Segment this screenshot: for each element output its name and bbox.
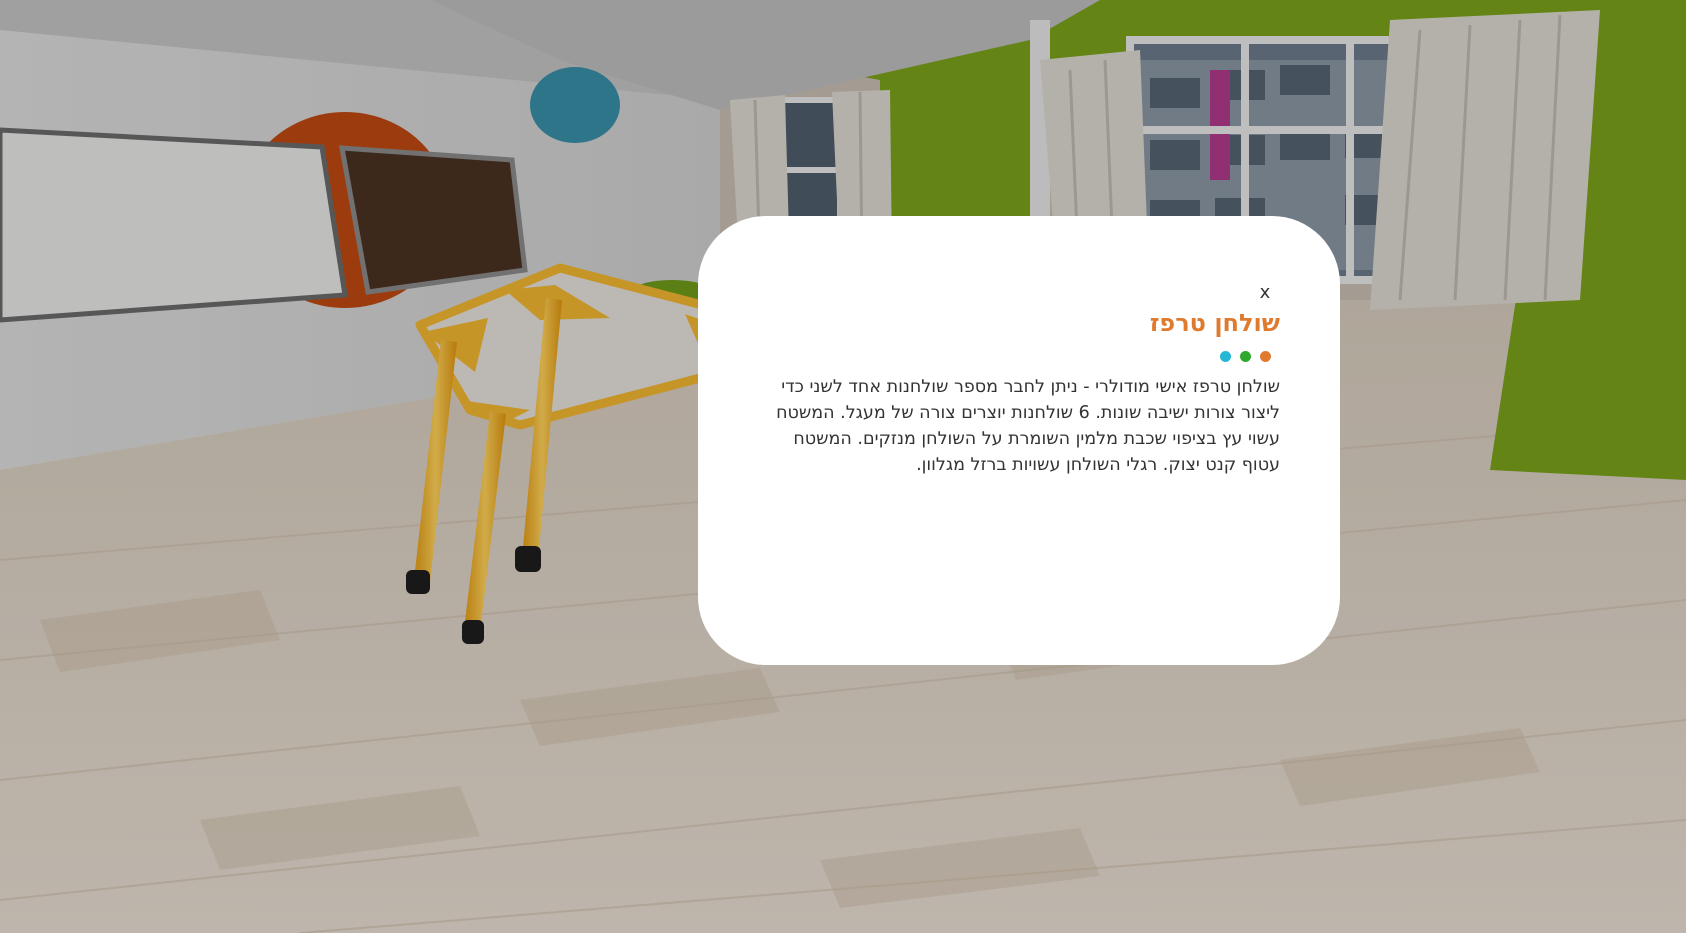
corkboard — [338, 145, 528, 295]
color-dot-cyan — [1220, 351, 1231, 362]
color-dot-green — [1240, 351, 1251, 362]
color-dots — [1220, 351, 1280, 363]
product-info-popup: x שולחן טרפז שולחן טרפז אישי מודולרי - נ… — [698, 216, 1340, 665]
popup-title: שולחן טרפז — [1149, 309, 1280, 337]
whiteboard — [0, 127, 348, 323]
color-dot-orange — [1260, 351, 1271, 362]
wall-decoration-blue — [530, 67, 620, 143]
close-button[interactable]: x — [1250, 280, 1280, 306]
popup-description: שולחן טרפז אישי מודולרי - ניתן לחבר מספר… — [776, 377, 1280, 475]
